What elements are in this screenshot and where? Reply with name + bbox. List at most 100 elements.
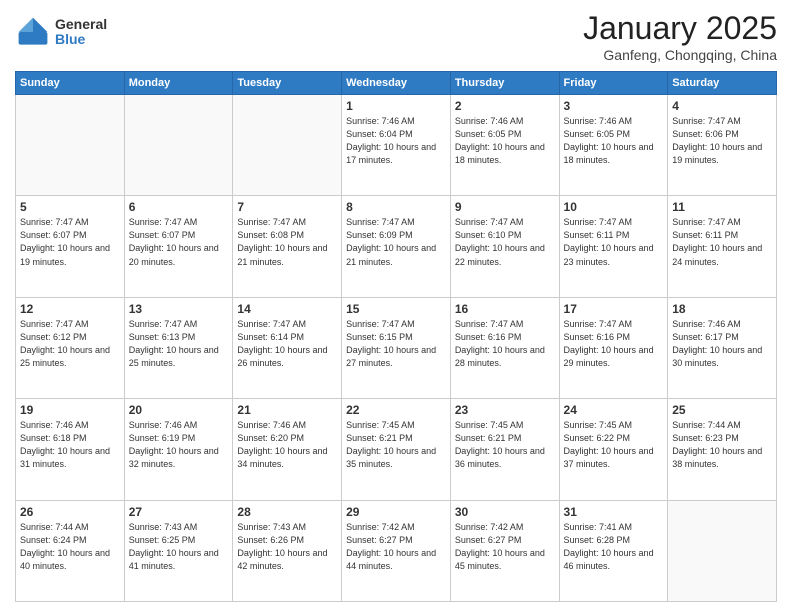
day-number: 19 bbox=[20, 403, 120, 417]
calendar-cell: 9 Sunrise: 7:47 AMSunset: 6:10 PMDaylight… bbox=[450, 196, 559, 297]
calendar-cell bbox=[233, 95, 342, 196]
month-title: January 2025 bbox=[583, 10, 777, 47]
day-info: Sunrise: 7:46 AMSunset: 6:04 PMDaylight:… bbox=[346, 115, 446, 167]
day-number: 7 bbox=[237, 200, 337, 214]
day-info: Sunrise: 7:41 AMSunset: 6:28 PMDaylight:… bbox=[564, 521, 664, 573]
day-info: Sunrise: 7:47 AMSunset: 6:16 PMDaylight:… bbox=[455, 318, 555, 370]
calendar-cell: 3 Sunrise: 7:46 AMSunset: 6:05 PMDaylight… bbox=[559, 95, 668, 196]
calendar-cell: 8Sunrise: 7:47 AMSunset: 6:09 PMDaylight… bbox=[342, 196, 451, 297]
calendar-cell: 10 Sunrise: 7:47 AMSunset: 6:11 PMDayligh… bbox=[559, 196, 668, 297]
header: General Blue January 2025 Ganfeng, Chong… bbox=[15, 10, 777, 63]
week-row-3: 12Sunrise: 7:47 AMSunset: 6:12 PMDayligh… bbox=[16, 297, 777, 398]
day-number: 22 bbox=[346, 403, 446, 417]
day-info: Sunrise: 7:46 AMSunset: 6:20 PMDaylight:… bbox=[237, 419, 337, 471]
day-info: Sunrise: 7:47 AMSunset: 6:06 PMDaylight:… bbox=[672, 115, 772, 167]
day-info: Sunrise: 7:47 AMSunset: 6:07 PMDaylight:… bbox=[20, 216, 120, 268]
calendar-cell: 19 Sunrise: 7:46 AMSunset: 6:18 PMDayligh… bbox=[16, 399, 125, 500]
day-info: Sunrise: 7:47 AMSunset: 6:13 PMDaylight:… bbox=[129, 318, 229, 370]
week-row-4: 19 Sunrise: 7:46 AMSunset: 6:18 PMDayligh… bbox=[16, 399, 777, 500]
logo-general-label: General bbox=[55, 17, 107, 32]
weekday-header-monday: Monday bbox=[124, 72, 233, 95]
day-info: Sunrise: 7:42 AMSunset: 6:27 PMDaylight:… bbox=[455, 521, 555, 573]
day-info: Sunrise: 7:47 AMSunset: 6:08 PMDaylight:… bbox=[237, 216, 337, 268]
calendar-table: SundayMondayTuesdayWednesdayThursdayFrid… bbox=[15, 71, 777, 602]
calendar-cell: 31 Sunrise: 7:41 AMSunset: 6:28 PMDayligh… bbox=[559, 500, 668, 601]
day-number: 16 bbox=[455, 302, 555, 316]
week-row-1: 1 Sunrise: 7:46 AMSunset: 6:04 PMDaylight… bbox=[16, 95, 777, 196]
day-info: Sunrise: 7:46 AMSunset: 6:18 PMDaylight:… bbox=[20, 419, 120, 471]
calendar-cell: 21Sunrise: 7:46 AMSunset: 6:20 PMDayligh… bbox=[233, 399, 342, 500]
calendar-cell: 4Sunrise: 7:47 AMSunset: 6:06 PMDaylight… bbox=[668, 95, 777, 196]
day-number: 23 bbox=[455, 403, 555, 417]
day-number: 9 bbox=[455, 200, 555, 214]
calendar-cell: 24Sunrise: 7:45 AMSunset: 6:22 PMDayligh… bbox=[559, 399, 668, 500]
calendar-cell bbox=[668, 500, 777, 601]
calendar-cell: 5 Sunrise: 7:47 AMSunset: 6:07 PMDaylight… bbox=[16, 196, 125, 297]
day-number: 12 bbox=[20, 302, 120, 316]
calendar-cell: 22 Sunrise: 7:45 AMSunset: 6:21 PMDayligh… bbox=[342, 399, 451, 500]
day-info: Sunrise: 7:47 AMSunset: 6:09 PMDaylight:… bbox=[346, 216, 446, 268]
day-number: 27 bbox=[129, 505, 229, 519]
calendar-cell: 20Sunrise: 7:46 AMSunset: 6:19 PMDayligh… bbox=[124, 399, 233, 500]
calendar-cell: 18Sunrise: 7:46 AMSunset: 6:17 PMDayligh… bbox=[668, 297, 777, 398]
day-info: Sunrise: 7:47 AMSunset: 6:10 PMDaylight:… bbox=[455, 216, 555, 268]
day-number: 15 bbox=[346, 302, 446, 316]
day-number: 20 bbox=[129, 403, 229, 417]
day-number: 24 bbox=[564, 403, 664, 417]
day-number: 3 bbox=[564, 99, 664, 113]
calendar-cell: 15Sunrise: 7:47 AMSunset: 6:15 PMDayligh… bbox=[342, 297, 451, 398]
day-info: Sunrise: 7:46 AMSunset: 6:05 PMDaylight:… bbox=[564, 115, 664, 167]
day-number: 31 bbox=[564, 505, 664, 519]
calendar-cell: 1 Sunrise: 7:46 AMSunset: 6:04 PMDaylight… bbox=[342, 95, 451, 196]
calendar-cell bbox=[16, 95, 125, 196]
calendar-cell: 12Sunrise: 7:47 AMSunset: 6:12 PMDayligh… bbox=[16, 297, 125, 398]
calendar-cell: 13 Sunrise: 7:47 AMSunset: 6:13 PMDayligh… bbox=[124, 297, 233, 398]
day-number: 10 bbox=[564, 200, 664, 214]
day-info: Sunrise: 7:42 AMSunset: 6:27 PMDaylight:… bbox=[346, 521, 446, 573]
calendar-cell: 7 Sunrise: 7:47 AMSunset: 6:08 PMDaylight… bbox=[233, 196, 342, 297]
week-row-5: 26 Sunrise: 7:44 AMSunset: 6:24 PMDayligh… bbox=[16, 500, 777, 601]
day-info: Sunrise: 7:47 AMSunset: 6:11 PMDaylight:… bbox=[672, 216, 772, 268]
weekday-header-saturday: Saturday bbox=[668, 72, 777, 95]
calendar-cell bbox=[124, 95, 233, 196]
calendar-cell: 16 Sunrise: 7:47 AMSunset: 6:16 PMDayligh… bbox=[450, 297, 559, 398]
calendar-cell: 14 Sunrise: 7:47 AMSunset: 6:14 PMDayligh… bbox=[233, 297, 342, 398]
day-number: 6 bbox=[129, 200, 229, 214]
day-info: Sunrise: 7:43 AMSunset: 6:26 PMDaylight:… bbox=[237, 521, 337, 573]
day-number: 28 bbox=[237, 505, 337, 519]
logo-icon bbox=[15, 14, 51, 50]
day-info: Sunrise: 7:45 AMSunset: 6:21 PMDaylight:… bbox=[346, 419, 446, 471]
calendar-cell: 27 Sunrise: 7:43 AMSunset: 6:25 PMDayligh… bbox=[124, 500, 233, 601]
location-label: Ganfeng, Chongqing, China bbox=[583, 47, 777, 63]
day-number: 1 bbox=[346, 99, 446, 113]
weekday-header-thursday: Thursday bbox=[450, 72, 559, 95]
day-number: 5 bbox=[20, 200, 120, 214]
week-row-2: 5 Sunrise: 7:47 AMSunset: 6:07 PMDaylight… bbox=[16, 196, 777, 297]
day-number: 29 bbox=[346, 505, 446, 519]
calendar-cell: 17Sunrise: 7:47 AMSunset: 6:16 PMDayligh… bbox=[559, 297, 668, 398]
day-number: 13 bbox=[129, 302, 229, 316]
day-number: 17 bbox=[564, 302, 664, 316]
calendar-cell: 29 Sunrise: 7:42 AMSunset: 6:27 PMDayligh… bbox=[342, 500, 451, 601]
logo-blue-label: Blue bbox=[55, 32, 107, 47]
day-info: Sunrise: 7:47 AMSunset: 6:14 PMDaylight:… bbox=[237, 318, 337, 370]
weekday-header-tuesday: Tuesday bbox=[233, 72, 342, 95]
day-number: 26 bbox=[20, 505, 120, 519]
day-info: Sunrise: 7:44 AMSunset: 6:23 PMDaylight:… bbox=[672, 419, 772, 471]
weekday-header-wednesday: Wednesday bbox=[342, 72, 451, 95]
logo-text: General Blue bbox=[55, 17, 107, 48]
calendar-cell: 11Sunrise: 7:47 AMSunset: 6:11 PMDayligh… bbox=[668, 196, 777, 297]
day-info: Sunrise: 7:47 AMSunset: 6:07 PMDaylight:… bbox=[129, 216, 229, 268]
day-info: Sunrise: 7:47 AMSunset: 6:11 PMDaylight:… bbox=[564, 216, 664, 268]
weekday-header-row: SundayMondayTuesdayWednesdayThursdayFrid… bbox=[16, 72, 777, 95]
calendar-cell: 30Sunrise: 7:42 AMSunset: 6:27 PMDayligh… bbox=[450, 500, 559, 601]
calendar-cell: 23Sunrise: 7:45 AMSunset: 6:21 PMDayligh… bbox=[450, 399, 559, 500]
page: General Blue January 2025 Ganfeng, Chong… bbox=[0, 0, 792, 612]
day-number: 14 bbox=[237, 302, 337, 316]
calendar-cell: 26 Sunrise: 7:44 AMSunset: 6:24 PMDayligh… bbox=[16, 500, 125, 601]
day-info: Sunrise: 7:43 AMSunset: 6:25 PMDaylight:… bbox=[129, 521, 229, 573]
calendar-cell: 6 Sunrise: 7:47 AMSunset: 6:07 PMDaylight… bbox=[124, 196, 233, 297]
day-number: 18 bbox=[672, 302, 772, 316]
calendar-cell: 28 Sunrise: 7:43 AMSunset: 6:26 PMDayligh… bbox=[233, 500, 342, 601]
day-info: Sunrise: 7:44 AMSunset: 6:24 PMDaylight:… bbox=[20, 521, 120, 573]
